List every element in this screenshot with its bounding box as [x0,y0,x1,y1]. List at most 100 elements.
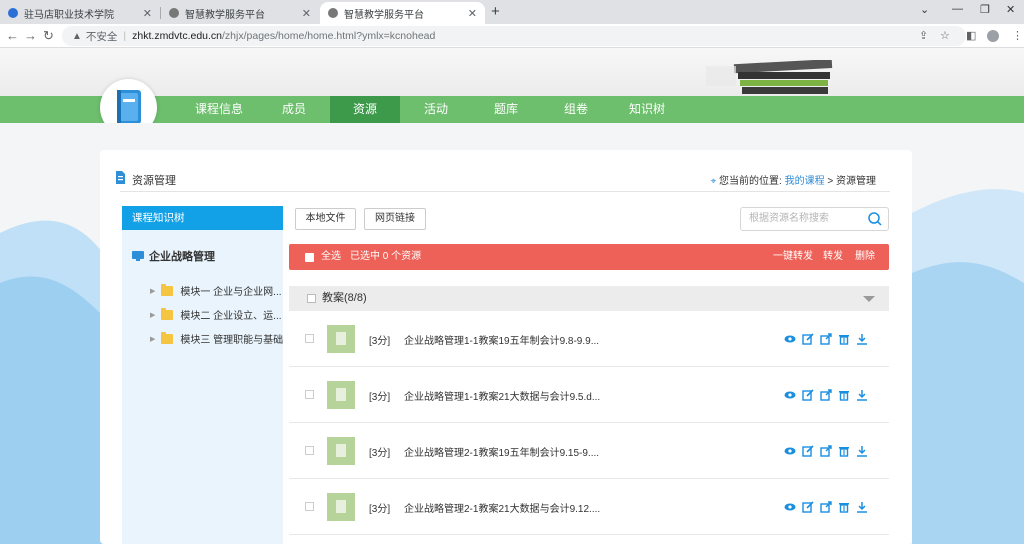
table-row: [3分] 企业战略管理1-1教案21大数据与会计9.5.d... [289,367,889,423]
expand-arrow-icon[interactable]: ▶ [150,335,155,343]
address-toolbar: ← → ↻ ▲ 不安全 | zhkt.zmdvtc.edu.cn/zhjx/pa… [0,24,1024,48]
globe-icon [328,8,338,18]
share-out-icon[interactable] [820,501,832,513]
nav-item-knowledge-tree[interactable]: 知识树 [612,96,682,123]
minimize-icon[interactable]: — [952,3,963,15]
close-tab-icon[interactable]: ✕ [302,7,311,20]
web-link-button[interactable]: 网页链接 [364,208,426,230]
search-icon[interactable] [868,212,882,226]
bookmark-star-icon[interactable]: ☆ [940,29,950,42]
window-close-icon[interactable]: ✕ [1006,3,1015,16]
view-eye-icon[interactable] [784,445,796,457]
nav-item-members[interactable]: 成员 [260,96,328,123]
forward-arrow-icon[interactable]: → [24,28,37,43]
tree-root-label: 企业战略管理 [149,251,215,263]
share-out-icon[interactable] [820,333,832,345]
file-name[interactable]: 企业战略管理1-1教案19五年制会计9.8-9.9... [404,332,599,347]
edit-icon[interactable] [802,389,814,401]
menu-kebab-icon[interactable]: ⋮ [1012,29,1023,42]
expand-arrow-icon[interactable]: ▶ [150,287,155,295]
trash-icon[interactable] [838,445,850,457]
row-actions [784,333,868,345]
share-icon[interactable]: ⇪ [919,29,928,42]
browser-tab-active[interactable]: 智慧教学服务平台 ✕ [320,2,485,24]
share-out-icon[interactable] [820,389,832,401]
breadcrumb-current: 资源管理 [836,176,876,187]
url-host: zhkt.zmdvtc.edu.cn [132,30,223,42]
select-all-label[interactable]: 全选 [321,244,341,270]
file-score: [3分] [369,392,391,403]
row-checkbox[interactable] [305,334,314,343]
profile-avatar-icon[interactable] [987,30,999,42]
select-all-checkbox[interactable] [305,253,314,262]
tree-item-label: 模块一 企业与企业网... [180,287,282,298]
tab-title: 智慧教学服务平台 [344,9,424,21]
file-name[interactable]: 企业战略管理2-1教案21大数据与会计9.12.... [404,500,600,515]
group-checkbox[interactable] [307,294,316,303]
edit-icon[interactable] [802,445,814,457]
security-label: 不安全 [85,30,118,43]
download-icon[interactable] [856,501,868,513]
nav-item-resources[interactable]: 资源 [330,96,400,123]
one-click-forward-button[interactable]: 一键转发 [773,244,813,270]
tab-search-chevron-icon[interactable]: ⌄ [920,3,929,16]
tree-item-module-1[interactable]: ▶ 模块一 企业与企业网... [150,283,282,298]
file-name[interactable]: 企业战略管理2-1教案19五年制会计9.15-9.... [404,444,599,459]
download-icon[interactable] [856,389,868,401]
delete-button[interactable]: 删除 [855,244,875,270]
nav-item-papers[interactable]: 组卷 [542,96,610,123]
breadcrumb-link-my-courses[interactable]: 我的课程 [785,176,825,187]
edit-icon[interactable] [802,501,814,513]
url-divider: | [123,30,127,42]
resource-search-input[interactable]: 根据资源名称搜索 [740,207,889,231]
collapse-caret-icon[interactable] [863,296,875,302]
download-icon[interactable] [856,333,868,345]
trash-icon[interactable] [838,333,850,345]
trash-icon[interactable] [838,389,850,401]
view-eye-icon[interactable] [784,389,796,401]
restore-icon[interactable]: ❐ [980,3,990,16]
nav-item-activities[interactable]: 活动 [402,96,470,123]
row-checkbox[interactable] [305,390,314,399]
row-checkbox[interactable] [305,502,314,511]
browser-tab[interactable]: 驻马店职业技术学院 ✕ [0,2,160,24]
forward-button[interactable]: 转发 [823,244,843,270]
close-tab-icon[interactable]: ✕ [468,7,477,20]
new-tab-icon[interactable]: + [491,3,500,20]
knowledge-tree-sidebar: 课程知识树 企业战略管理 ▶ 模块一 企业与企业网... ▶ 模块二 企业设立、… [122,206,283,544]
expand-arrow-icon[interactable]: ▶ [150,311,155,319]
breadcrumb-prefix: 您当前的位置: [719,176,782,187]
tree-item-module-3[interactable]: ▶ 模块三 管理职能与基础 [150,331,283,346]
reload-icon[interactable]: ↻ [43,28,54,44]
group-header[interactable]: 教案(8/8) [289,286,889,311]
back-arrow-icon[interactable]: ← [6,28,19,43]
file-name[interactable]: 企业战略管理1-1教案21大数据与会计9.5.d... [404,388,600,403]
page-title: 资源管理 [132,175,176,187]
folder-icon [161,331,174,344]
browser-tab-strip: 驻马店职业技术学院 ✕ 智慧教学服务平台 ✕ 智慧教学服务平台 ✕ + ⌄ — … [0,0,1024,24]
view-eye-icon[interactable] [784,501,796,513]
url-field[interactable]: ▲ 不安全 | zhkt.zmdvtc.edu.cn/zhjx/pages/ho… [62,26,966,46]
close-tab-icon[interactable]: ✕ [143,7,152,20]
view-eye-icon[interactable] [784,333,796,345]
file-thumbnail-icon [327,381,355,409]
edit-icon[interactable] [802,333,814,345]
tree-item-module-2[interactable]: ▶ 模块二 企业设立、运... [150,307,282,322]
tab-title: 智慧教学服务平台 [185,9,265,21]
tree-root-node[interactable]: 企业战略管理 [132,248,215,264]
document-icon [116,171,125,184]
resource-management-card: 资源管理 ⌖ 您当前的位置: 我的课程 > 资源管理 课程知识树 企业战略管理 … [100,150,912,544]
nav-item-question-bank[interactable]: 题库 [472,96,540,123]
download-icon[interactable] [856,445,868,457]
local-file-button[interactable]: 本地文件 [295,208,356,230]
breadcrumb: ⌖ 您当前的位置: 我的课程 > 资源管理 [711,172,876,187]
monitor-icon [132,251,144,261]
share-out-icon[interactable] [820,445,832,457]
browser-tab[interactable]: 智慧教学服务平台 ✕ [161,2,319,24]
nav-item-course-info[interactable]: 课程信息 [183,96,255,123]
row-checkbox[interactable] [305,446,314,455]
trash-icon[interactable] [838,501,850,513]
table-row: [3分] 企业战略管理2-1教案19五年制会计9.15-9.... [289,423,889,479]
tree-header[interactable]: 课程知识树 [122,206,283,230]
sidebar-panel-icon[interactable]: ◧ [966,29,976,42]
